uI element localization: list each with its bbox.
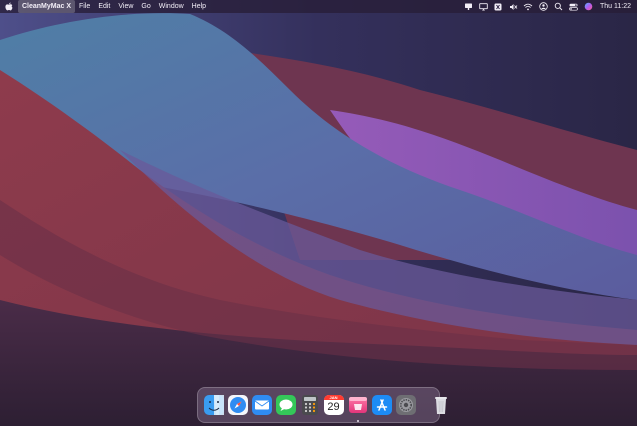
sound-off-icon[interactable] bbox=[507, 0, 520, 13]
screen-mirror-icon[interactable] bbox=[477, 0, 490, 13]
apple-menu-icon[interactable] bbox=[0, 0, 18, 13]
messages-icon bbox=[275, 395, 296, 415]
dock-messages[interactable] bbox=[275, 394, 297, 416]
bracket-app-icon[interactable] bbox=[492, 0, 505, 13]
menu-bar: CleanMyMac X File Edit View Go Window He… bbox=[0, 0, 637, 13]
dock-safari[interactable] bbox=[227, 394, 249, 416]
mail-icon bbox=[251, 395, 272, 415]
cleanmymac-icon bbox=[348, 397, 367, 413]
dock-calculator[interactable] bbox=[299, 394, 321, 416]
finder-icon bbox=[203, 395, 224, 415]
spotlight-search-icon[interactable] bbox=[552, 0, 565, 13]
desktop-wallpaper bbox=[0, 0, 637, 426]
menu-view[interactable]: View bbox=[114, 0, 137, 13]
dock-trash[interactable] bbox=[430, 394, 452, 416]
control-center-icon[interactable] bbox=[567, 0, 580, 13]
siri-icon[interactable] bbox=[582, 0, 595, 13]
menu-go[interactable]: Go bbox=[137, 0, 154, 13]
dock-calendar[interactable]: JAN 29 bbox=[323, 394, 345, 416]
calculator-icon bbox=[301, 395, 318, 415]
dock-cleanmymac[interactable] bbox=[347, 394, 369, 422]
dock-mail[interactable] bbox=[251, 394, 273, 416]
menu-bar-clock[interactable]: Thu 11:22 bbox=[596, 0, 637, 13]
dock-system-preferences[interactable] bbox=[395, 394, 417, 416]
dock: JAN 29 bbox=[197, 387, 447, 423]
calendar-day: 29 bbox=[327, 401, 340, 413]
dock-app-store[interactable] bbox=[371, 394, 393, 416]
safari-icon bbox=[227, 395, 248, 415]
wifi-icon[interactable] bbox=[522, 0, 535, 13]
user-icon[interactable] bbox=[537, 0, 550, 13]
app-store-icon bbox=[371, 395, 392, 415]
running-indicator bbox=[356, 420, 359, 422]
system-preferences-icon bbox=[395, 395, 416, 415]
menu-window[interactable]: Window bbox=[155, 0, 188, 13]
display-icon[interactable] bbox=[462, 0, 475, 13]
menu-help[interactable]: Help bbox=[188, 0, 210, 13]
dock-finder[interactable] bbox=[203, 394, 225, 416]
menu-edit[interactable]: Edit bbox=[94, 0, 114, 13]
menu-file[interactable]: File bbox=[75, 0, 94, 13]
trash-icon bbox=[434, 397, 447, 414]
menu-app-name[interactable]: CleanMyMac X bbox=[18, 0, 76, 13]
